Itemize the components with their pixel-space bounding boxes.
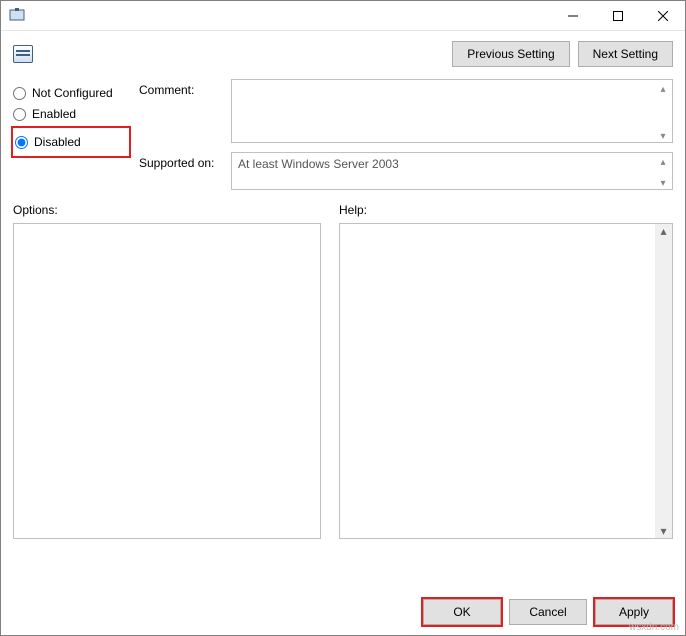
comment-label: Comment: [139, 79, 221, 97]
scroll-down-icon[interactable]: ▾ [655, 175, 671, 191]
options-label: Options: [13, 203, 321, 217]
help-panel: ▴ ▾ [339, 223, 673, 539]
policy-editor-window: Previous Setting Next Setting Not Config… [0, 0, 686, 636]
supported-on-label: Supported on: [139, 152, 221, 170]
state-not-configured[interactable]: Not Configured [13, 86, 129, 100]
watermark: wsxdn.com [629, 622, 679, 633]
maximize-button[interactable] [595, 1, 640, 30]
next-setting-button[interactable]: Next Setting [578, 41, 673, 67]
state-label: Not Configured [32, 86, 113, 100]
app-icon [9, 7, 25, 23]
radio-enabled[interactable] [13, 108, 26, 121]
highlight-ok: OK [421, 597, 503, 627]
policy-icon [13, 45, 33, 63]
scroll-up-icon[interactable]: ▴ [660, 224, 666, 238]
scroll-up-icon[interactable]: ▴ [655, 81, 671, 97]
ok-button[interactable]: OK [423, 599, 501, 625]
comment-textarea[interactable] [231, 79, 673, 143]
radio-not-configured[interactable] [13, 87, 26, 100]
radio-disabled[interactable] [15, 136, 28, 149]
scroll-down-icon[interactable]: ▾ [660, 524, 666, 538]
titlebar [1, 1, 685, 31]
scroll-up-icon[interactable]: ▴ [655, 154, 671, 170]
highlight-disabled: Disabled [11, 126, 131, 158]
options-panel [13, 223, 321, 539]
previous-setting-button[interactable]: Previous Setting [452, 41, 569, 67]
help-scrollbar[interactable]: ▴ ▾ [655, 224, 672, 538]
state-enabled[interactable]: Enabled [13, 107, 129, 121]
supported-on-textarea [231, 152, 673, 190]
state-label: Enabled [32, 107, 76, 121]
state-disabled[interactable]: Disabled [15, 135, 127, 149]
help-label: Help: [339, 203, 673, 217]
state-label: Disabled [34, 135, 81, 149]
minimize-button[interactable] [550, 1, 595, 30]
scroll-down-icon[interactable]: ▾ [655, 128, 671, 144]
close-button[interactable] [640, 1, 685, 30]
cancel-button[interactable]: Cancel [509, 599, 587, 625]
